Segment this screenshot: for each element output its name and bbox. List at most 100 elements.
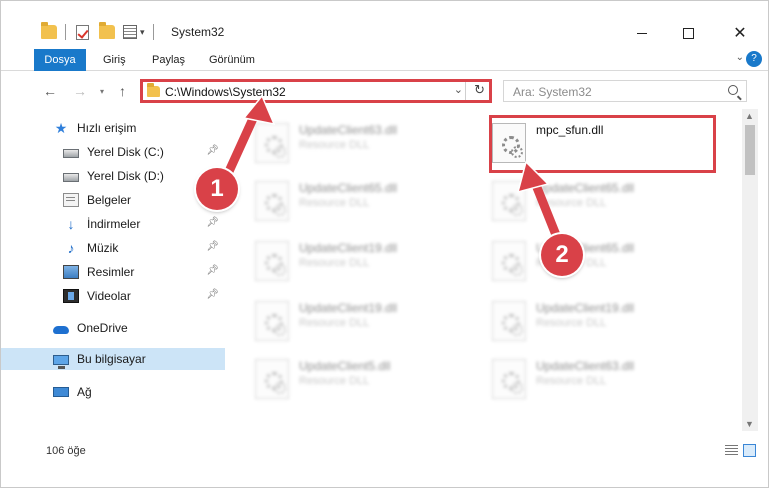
file-item[interactable]: UpdateClient63.dll Resource DLL [468,349,698,405]
pin-icon[interactable]: 📌︎ [206,217,219,228]
music-icon: ♪ [67,240,75,256]
search-placeholder: Ara: System32 [513,85,592,99]
rename-icon[interactable] [123,25,137,39]
file-list: UpdateClient63.dll Resource DLL mpc_sfun… [231,109,741,431]
item-count: 106 öğe [46,445,86,457]
highlight-box [489,115,716,173]
sidebar-item-quick-access[interactable]: ★ Hızlı erişim [1,117,225,139]
file-type: Resource DLL [299,257,370,269]
sidebar-item-label: Bu bilgisayar [77,352,146,366]
videos-icon [63,289,79,303]
network-icon [53,387,69,397]
sidebar-item-label: Videolar [87,289,131,303]
file-type: Resource DLL [536,197,607,209]
minimize-button[interactable] [619,21,665,45]
drive-icon [63,173,79,182]
navigation-bar: ← → ▾ ↑ C:\Windows\System32 ⌄ ↻ Ara: Sys… [1,75,768,107]
dll-file-icon [492,301,526,341]
sidebar-item-pictures[interactable]: Resimler 📌︎ [1,261,225,283]
refresh-icon[interactable]: ↻ [474,82,485,98]
forward-arrow-icon[interactable]: → [73,83,87,99]
new-folder-icon[interactable] [99,22,115,39]
pin-icon[interactable]: 📌︎ [206,265,219,276]
documents-icon [63,193,79,207]
dll-file-icon [492,359,526,399]
file-item[interactable]: UpdateClient19.dll Resource DLL [231,231,461,287]
address-path[interactable]: C:\Windows\System32 [165,85,286,99]
sidebar-item-label: Yerel Disk (D:) [87,169,164,183]
folder-icon [41,22,57,39]
file-item[interactable]: UpdateClient65.dll Resource DLL [468,171,698,227]
properties-check-icon[interactable] [76,24,89,40]
scroll-down-icon[interactable]: ▼ [745,419,754,429]
download-icon: ↓ [67,216,75,232]
file-item[interactable]: UpdateClient19.dll Resource DLL [231,291,461,347]
file-name: UpdateClient63.dll [536,359,635,373]
close-button[interactable]: ✕ [717,21,763,45]
up-arrow-icon[interactable]: ↑ [119,83,126,99]
file-item[interactable]: UpdateClient63.dll Resource DLL [231,113,461,169]
ribbon-expand-icon[interactable]: ⌄ [736,52,744,63]
drive-icon [63,149,79,158]
file-item[interactable]: UpdateClient65.dll Resource DLL [468,231,698,287]
address-bar[interactable]: C:\Windows\System32 ⌄ ↻ [140,79,492,103]
window-title: System32 [171,25,225,39]
pin-icon[interactable]: 📌︎ [206,241,219,252]
tab-file[interactable]: Dosya [34,49,86,71]
folder-icon [147,83,160,97]
explorer-window: ▾ System32 ✕ Dosya Giriş Paylaş Görünüm … [0,0,769,488]
pin-icon[interactable]: 📌︎ [206,145,219,156]
sidebar-item-downloads[interactable]: ↓ İndirmeler 📌︎ [1,213,225,235]
details-view-icon[interactable] [725,445,738,456]
dll-file-icon [492,241,526,281]
sidebar-item-local-disk-c[interactable]: Yerel Disk (C:) 📌︎ [1,141,225,163]
file-name: UpdateClient65.dll [299,181,398,195]
sidebar-item-label: Müzik [87,241,119,255]
ribbon-tabs: Dosya Giriş Paylaş Görünüm ⌄ ? [1,49,768,71]
file-type: Resource DLL [536,375,607,387]
toolbar-divider [65,24,66,40]
sidebar-item-label: Yerel Disk (C:) [87,145,164,159]
sidebar-item-this-pc[interactable]: Bu bilgisayar [1,348,225,370]
file-type: Resource DLL [536,317,607,329]
file-name: UpdateClient19.dll [299,301,398,315]
back-arrow-icon[interactable]: ← [43,83,57,99]
large-icons-view-icon[interactable] [743,444,756,457]
step-2-callout: 2 [541,234,583,276]
file-type: Resource DLL [299,139,370,151]
dll-file-icon [255,241,289,281]
sidebar-item-local-disk-d[interactable]: Yerel Disk (D:) 📌︎ [1,165,225,187]
file-type: Resource DLL [299,375,370,387]
search-icon[interactable] [728,85,738,95]
sidebar-item-videos[interactable]: Videolar 📌︎ [1,285,225,307]
file-type: Resource DLL [299,197,370,209]
dll-file-icon [255,301,289,341]
recent-locations-icon[interactable]: ▾ [100,87,104,96]
scroll-thumb[interactable] [745,125,755,175]
sidebar-item-network[interactable]: Ağ [1,381,225,403]
file-item[interactable]: UpdateClient65.dll Resource DLL [231,171,461,227]
sidebar-item-music[interactable]: ♪ Müzik 📌︎ [1,237,225,259]
tab-home[interactable]: Giriş [93,49,136,71]
file-name: UpdateClient5.dll [299,359,391,373]
search-input[interactable]: Ara: System32 [503,80,747,102]
sidebar-item-label: Resimler [87,265,135,279]
help-button[interactable]: ? [746,51,762,67]
tab-share[interactable]: Paylaş [142,49,195,71]
step-1-callout: 1 [196,168,238,210]
sidebar-item-label: Hızlı erişim [77,121,137,135]
chevron-down-icon[interactable]: ⌄ [454,83,463,96]
sidebar-item-onedrive[interactable]: OneDrive [1,317,225,339]
navigation-pane: ★ Hızlı erişim Yerel Disk (C:) 📌︎ Yerel … [1,109,227,431]
scroll-up-icon[interactable]: ▲ [745,111,754,121]
vertical-scrollbar[interactable]: ▲ ▼ [742,109,758,431]
customize-dropdown-icon[interactable]: ▾ [140,27,145,38]
tab-view[interactable]: Görünüm [199,49,265,71]
maximize-button[interactable] [665,21,711,45]
file-item[interactable]: UpdateClient5.dll Resource DLL [231,349,461,405]
status-bar: 106 öğe [1,441,768,461]
sidebar-item-documents[interactable]: Belgeler [1,189,225,211]
file-name: UpdateClient65.dll [536,181,635,195]
file-item[interactable]: UpdateClient19.dll Resource DLL [468,291,698,347]
pin-icon[interactable]: 📌︎ [206,289,219,300]
